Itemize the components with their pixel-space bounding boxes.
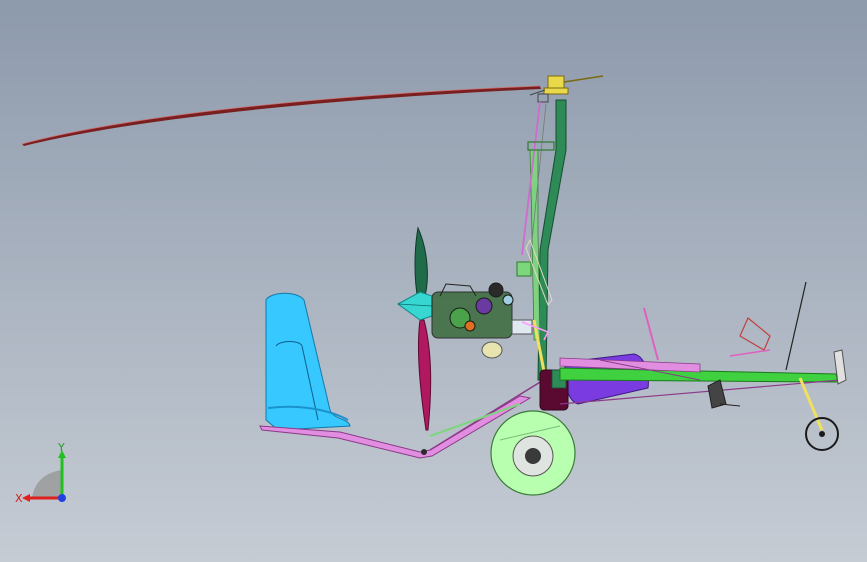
x-axis-label: X [15,492,23,505]
controls[interactable] [643,281,807,409]
seat[interactable] [265,292,351,431]
nose-gear[interactable] [798,377,839,451]
mast[interactable] [516,99,567,393]
triad-plane [32,470,62,498]
autogyro-model[interactable] [0,0,867,562]
cad-viewport[interactable]: Y X [0,0,867,562]
z-axis-dot [58,494,66,502]
rotor-blade[interactable] [21,85,541,146]
engine[interactable] [431,282,550,359]
propeller[interactable] [397,226,433,431]
coordinate-triad: Y X [15,441,66,505]
main-wheel[interactable] [490,410,576,496]
y-axis-label: Y [57,441,65,454]
